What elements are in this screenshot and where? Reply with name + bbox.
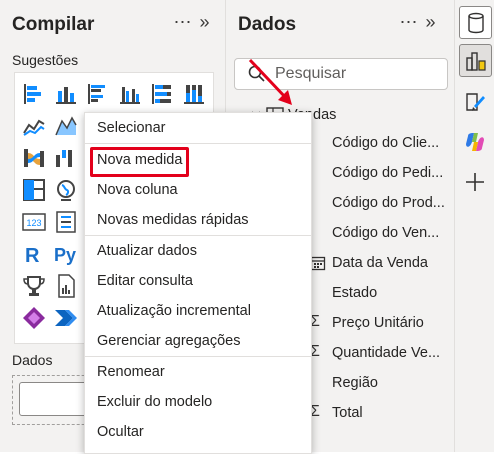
svg-text:Py: Py bbox=[54, 245, 76, 265]
paginated-report-icon[interactable] bbox=[53, 273, 79, 299]
clustered-column-chart-icon[interactable] bbox=[117, 81, 143, 107]
stacked-bar-chart-icon[interactable] bbox=[21, 81, 47, 107]
menu-item-selecionar[interactable]: Selecionar bbox=[97, 120, 166, 136]
expand-icon[interactable]: » bbox=[420, 12, 442, 33]
field-label: Preço Unitário bbox=[332, 315, 424, 331]
field-label: Data da Venda bbox=[332, 255, 428, 271]
plus-icon bbox=[465, 172, 484, 191]
field-label: Código do Prod... bbox=[332, 195, 445, 211]
annotation-arrow-icon bbox=[248, 58, 292, 105]
menu-item-gerenciar-agregacoes[interactable]: Gerenciar agregações bbox=[97, 333, 240, 349]
menu-divider bbox=[85, 356, 311, 357]
100-stacked-column-chart-icon[interactable] bbox=[181, 81, 207, 107]
clustered-bar-chart-icon[interactable] bbox=[85, 81, 111, 107]
field-label: Código do Pedi... bbox=[332, 165, 444, 181]
menu-item-atualizar-dados[interactable]: Atualizar dados bbox=[97, 243, 197, 259]
format-pane-toggle[interactable] bbox=[459, 86, 490, 117]
right-rail bbox=[455, 0, 494, 452]
menu-item-nova-medida[interactable]: Nova medida bbox=[97, 152, 182, 168]
more-options-icon[interactable]: ⋯ bbox=[398, 12, 420, 33]
python-visual-icon[interactable]: Py bbox=[53, 241, 79, 267]
database-icon bbox=[467, 12, 484, 33]
card-123-icon[interactable]: 123 bbox=[21, 209, 47, 235]
suggestions-label: Sugestões bbox=[12, 52, 79, 68]
paintbrush-page-icon bbox=[465, 92, 485, 111]
power-automate-icon[interactable] bbox=[53, 305, 79, 331]
copilot-button[interactable] bbox=[459, 126, 490, 157]
build-pane-controls: ⋯» bbox=[172, 12, 216, 33]
svg-text:123: 123 bbox=[26, 218, 41, 228]
power-apps-icon[interactable] bbox=[21, 305, 47, 331]
field-label: Código do Clie... bbox=[332, 135, 440, 151]
menu-item-nova-coluna[interactable]: Nova coluna bbox=[97, 182, 178, 198]
menu-divider bbox=[85, 235, 311, 236]
waterfall-chart-icon[interactable] bbox=[53, 145, 79, 171]
trophy-key-influencers-icon[interactable] bbox=[21, 273, 47, 299]
menu-item-ocultar[interactable]: Ocultar bbox=[97, 424, 144, 440]
100-stacked-bar-chart-icon[interactable] bbox=[149, 81, 175, 107]
field-label: Região bbox=[332, 375, 378, 391]
data-pane-controls: ⋯» bbox=[398, 12, 442, 33]
copilot-icon bbox=[465, 132, 484, 151]
field-label: Código do Ven... bbox=[332, 225, 440, 241]
menu-item-editar-consulta[interactable]: Editar consulta bbox=[97, 273, 193, 289]
data-section-label: Dados bbox=[12, 352, 53, 368]
field-label: Estado bbox=[332, 285, 378, 301]
build-visual-icon bbox=[465, 51, 486, 71]
build-pane-toggle[interactable] bbox=[459, 44, 492, 77]
context-menu: Selecionar Nova medida Nova coluna Novas… bbox=[84, 112, 312, 454]
line-chart-icon[interactable] bbox=[21, 113, 47, 139]
add-pane-button[interactable] bbox=[459, 166, 490, 197]
treemap-icon[interactable] bbox=[21, 177, 47, 203]
data-pane-title: Dados bbox=[238, 14, 297, 35]
multi-row-card-icon[interactable] bbox=[53, 209, 79, 235]
r-script-visual-icon[interactable]: R bbox=[21, 241, 47, 267]
menu-item-renomear[interactable]: Renomear bbox=[97, 364, 165, 380]
area-chart-icon[interactable] bbox=[53, 113, 79, 139]
field-label: Quantidade Ve... bbox=[332, 345, 441, 361]
svg-text:R: R bbox=[25, 245, 40, 267]
menu-item-atualizacao-incremental[interactable]: Atualização incremental bbox=[97, 303, 251, 319]
menu-divider bbox=[85, 143, 311, 144]
data-pane-toggle[interactable] bbox=[459, 6, 492, 39]
build-pane-title: Compilar bbox=[12, 14, 95, 35]
ribbon-chart-icon[interactable] bbox=[21, 145, 47, 171]
menu-item-excluir-do-modelo[interactable]: Excluir do modelo bbox=[97, 394, 212, 410]
field-label: Total bbox=[332, 405, 363, 421]
menu-item-novas-medidas-rapidas[interactable]: Novas medidas rápidas bbox=[97, 212, 249, 228]
map-globe-icon[interactable] bbox=[53, 177, 79, 203]
stacked-column-chart-icon[interactable] bbox=[53, 81, 79, 107]
more-options-icon[interactable]: ⋯ bbox=[172, 12, 194, 33]
calendar-icon bbox=[310, 256, 326, 271]
expand-icon[interactable]: » bbox=[194, 12, 216, 33]
